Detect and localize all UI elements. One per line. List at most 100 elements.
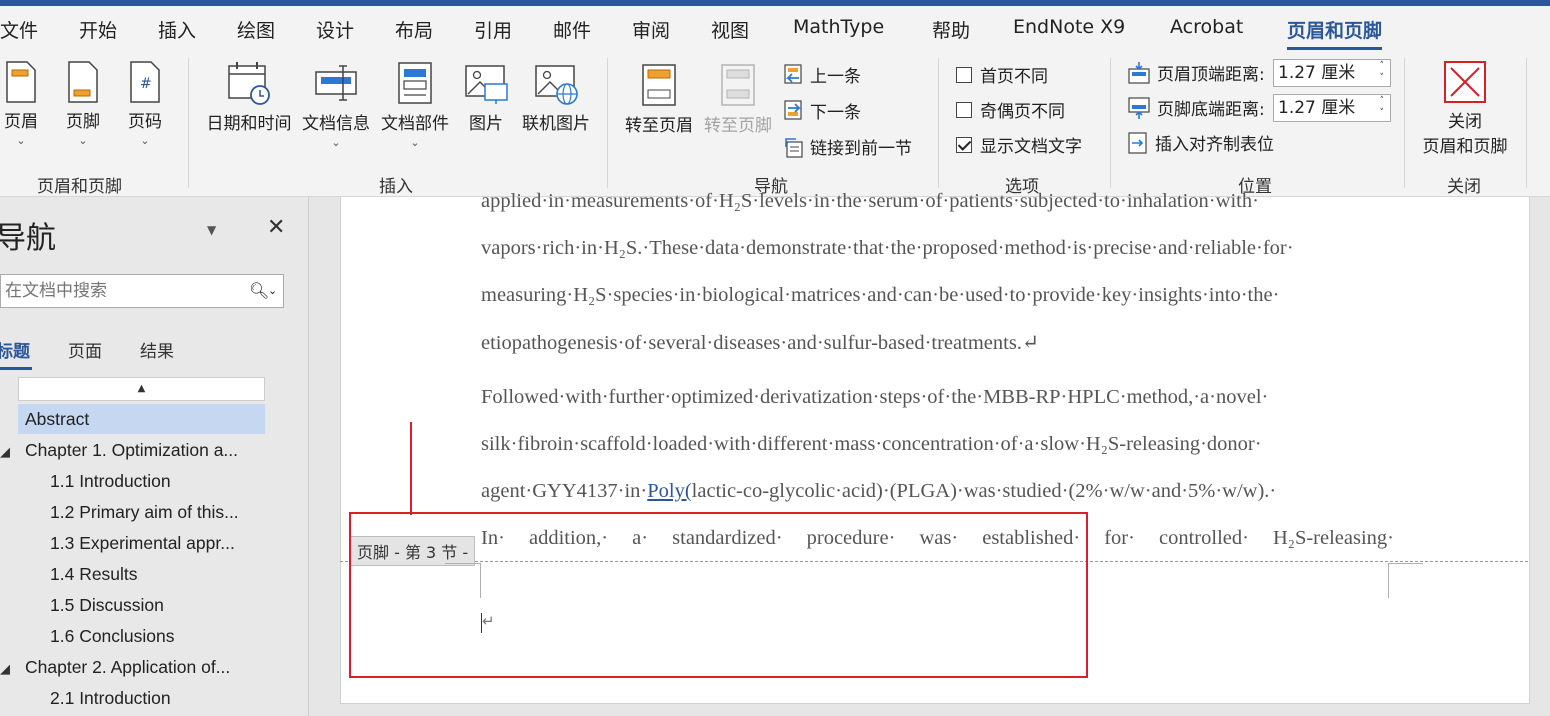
nav-subheading-item[interactable]: 1.2 Primary aim of this... xyxy=(50,502,239,523)
body-text-line[interactable]: Followed·with·further·optimized·derivati… xyxy=(481,386,1394,409)
body-text-line[interactable]: agent·GYY4137·in·Poly(lactic-co-glycolic… xyxy=(481,480,1394,503)
page-number-button[interactable]: # 页码 ⌄ xyxy=(124,60,166,147)
picture-button[interactable]: 图片 xyxy=(462,60,510,134)
navigation-pane: 导航 ▼ ✕ 🔍︎ ⌄ 标题 页面 结果 ▲ Abstract ◢ Chapte… xyxy=(0,197,309,716)
nav-subheading-item[interactable]: 1.6 Conclusions xyxy=(50,626,175,647)
scroll-up-icon: ▲ xyxy=(137,383,146,394)
previous-icon xyxy=(784,63,802,84)
quick-parts-button[interactable]: 文档部件 ⌄ xyxy=(378,60,452,149)
group-label-header-footer: 页眉和页脚 xyxy=(37,177,122,197)
chevron-down-icon: ⌄ xyxy=(78,134,88,147)
footer-bottom-distance-spinner[interactable]: 1.27 厘米 ˄ ˅ xyxy=(1273,94,1391,122)
nav-subheading-item[interactable]: 1.4 Results xyxy=(50,564,138,585)
annotation-pointer-line xyxy=(410,422,412,515)
header-top-distance-label: 页眉顶端距离: xyxy=(1127,60,1265,85)
group-label-insert: 插入 xyxy=(379,177,413,197)
checkbox-box xyxy=(956,66,972,83)
body-text-line[interactable]: measuring·H₂S·species·in·biological·matr… xyxy=(481,284,1394,307)
search-icon[interactable]: 🔍︎ xyxy=(249,281,269,300)
tab-references[interactable]: 引用 xyxy=(474,16,512,43)
header-icon xyxy=(6,61,36,103)
nav-heading-item[interactable]: Chapter 2. Application of... xyxy=(25,657,230,678)
header-top-distance-spinner[interactable]: 1.27 厘米 ˄ ˅ xyxy=(1273,59,1391,87)
different-first-page-checkbox[interactable]: 首页不同 xyxy=(956,62,1048,87)
nav-heading-item[interactable]: Chapter 1. Optimization a... xyxy=(25,440,238,461)
tab-file[interactable]: 文件 xyxy=(0,16,38,43)
chevron-down-icon: ⌄ xyxy=(331,136,341,149)
svg-text:#: # xyxy=(140,76,152,92)
body-text-line[interactable]: applied·in·measurements·of·H₂S·levels·in… xyxy=(481,190,1394,213)
tab-pages[interactable]: 页面 xyxy=(68,337,102,362)
checkbox-box-checked xyxy=(956,136,972,153)
tab-mathtype[interactable]: MathType xyxy=(793,16,884,38)
tab-design[interactable]: 设计 xyxy=(316,16,354,43)
previous-button[interactable]: 上一条 xyxy=(784,62,861,87)
footer-button[interactable]: 页脚 ⌄ xyxy=(62,60,104,147)
next-icon xyxy=(784,99,802,120)
group-separator xyxy=(607,58,608,188)
scroll-up-button[interactable]: ▲ xyxy=(18,377,265,401)
goto-header-button[interactable]: 转至页眉 xyxy=(622,62,696,136)
header-button[interactable]: 页眉 ⌄ xyxy=(0,60,42,147)
nav-subheading-item[interactable]: 2.1 Introduction xyxy=(50,688,171,709)
body-text-line[interactable]: vapors·rich·in·H₂S.·These·data·demonstra… xyxy=(481,237,1394,260)
footer-margin-corner xyxy=(1388,563,1423,598)
group-separator xyxy=(1110,58,1111,188)
tab-endnote[interactable]: EndNote X9 xyxy=(1013,16,1125,38)
next-button[interactable]: 下一条 xyxy=(784,98,861,123)
tab-insert[interactable]: 插入 xyxy=(158,16,196,43)
link-previous-icon xyxy=(785,137,803,158)
nav-subheading-item[interactable]: 1.5 Discussion xyxy=(50,595,164,616)
document-info-button[interactable]: 文档信息 ⌄ xyxy=(299,60,373,149)
online-picture-button[interactable]: 联机图片 xyxy=(518,60,594,134)
navigation-pane-title: 导航 xyxy=(0,221,56,256)
tab-results[interactable]: 结果 xyxy=(140,337,174,362)
online-picture-icon xyxy=(535,65,578,105)
chevron-down-icon: ⌄ xyxy=(16,134,26,147)
pane-options-chevron-icon[interactable]: ▼ xyxy=(207,223,216,237)
collapse-triangle-icon[interactable]: ◢ xyxy=(0,662,10,677)
group-separator xyxy=(1526,58,1527,188)
goto-footer-button[interactable]: 转至页脚 xyxy=(700,62,776,136)
header-position-icon xyxy=(1128,61,1150,84)
body-text-line[interactable]: etiopathogenesis·of·several·diseases·and… xyxy=(481,330,1394,355)
checkbox-box xyxy=(956,101,972,118)
page-number-icon: # xyxy=(130,61,160,103)
collapse-triangle-icon[interactable]: ◢ xyxy=(0,445,10,460)
close-header-footer-button[interactable]: 关闭 页眉和页脚 xyxy=(1418,60,1512,157)
nav-subheading-item[interactable]: 1.3 Experimental appr... xyxy=(50,533,235,554)
footer-bottom-distance-label: 页脚底端距离: xyxy=(1127,95,1265,120)
chevron-down-icon[interactable]: ⌄ xyxy=(268,284,277,297)
spinner-arrows-icon[interactable]: ˄ ˅ xyxy=(1380,95,1385,119)
insert-alignment-tab-button[interactable]: 插入对齐制表位 xyxy=(1127,130,1274,155)
search-input[interactable] xyxy=(1,275,237,307)
body-text-line[interactable]: silk·fibroin·scaffold·loaded·with·differ… xyxy=(481,433,1394,456)
tab-view[interactable]: 视图 xyxy=(711,16,749,43)
different-odd-even-checkbox[interactable]: 奇偶页不同 xyxy=(956,97,1065,122)
ribbon-tabs: 文件 开始 插入 绘图 设计 布局 引用 邮件 审阅 视图 MathType 帮… xyxy=(0,6,1550,50)
spelling-underlined-word[interactable]: Poly( xyxy=(647,480,691,502)
tab-acrobat[interactable]: Acrobat xyxy=(1170,16,1243,38)
tab-header-footer[interactable]: 页眉和页脚 xyxy=(1287,16,1383,50)
tab-layout[interactable]: 布局 xyxy=(395,16,433,43)
link-to-previous-button[interactable]: 链接到前一节 xyxy=(784,134,912,159)
tab-headings[interactable]: 标题 xyxy=(0,337,32,370)
spinner-arrows-icon[interactable]: ˄ ˅ xyxy=(1380,60,1385,84)
search-box: 🔍︎ ⌄ xyxy=(0,274,284,308)
show-document-text-checkbox[interactable]: 显示文档文字 xyxy=(956,132,1082,157)
tab-home[interactable]: 开始 xyxy=(79,16,117,43)
tab-help[interactable]: 帮助 xyxy=(932,16,970,43)
datetime-button[interactable]: 日期和时间 xyxy=(203,60,295,134)
document-info-icon xyxy=(315,65,357,101)
tab-draw[interactable]: 绘图 xyxy=(237,16,275,43)
alignment-tab-icon xyxy=(1128,131,1147,154)
tab-mailings[interactable]: 邮件 xyxy=(553,16,591,43)
ribbon: 页眉 ⌄ 页脚 ⌄ # 页码 ⌄ 页眉和页脚 日期和时间 文档信息 ⌄ 文档部件… xyxy=(0,50,1550,197)
close-pane-icon[interactable]: ✕ xyxy=(267,215,285,240)
calendar-clock-icon xyxy=(228,62,270,105)
quick-parts-icon xyxy=(398,62,432,104)
nav-subheading-item[interactable]: 1.1 Introduction xyxy=(50,471,171,492)
nav-heading-item[interactable]: Abstract xyxy=(18,404,265,434)
tab-review[interactable]: 审阅 xyxy=(632,16,670,43)
goto-header-icon xyxy=(642,64,676,106)
